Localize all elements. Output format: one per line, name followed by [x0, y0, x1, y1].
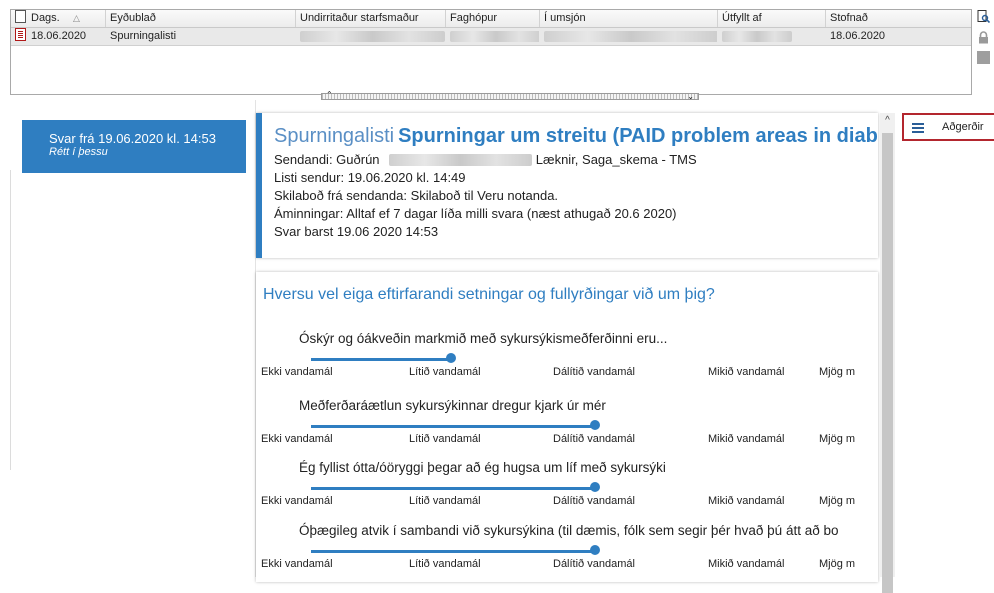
sort-triangle-icon: △ — [73, 13, 80, 23]
scale-label: Lítið vandamál — [409, 433, 481, 445]
records-grid: Dags. △ Eyðublað Undirritaður starfsmaðu… — [10, 9, 972, 95]
column-header-created[interactable]: Stofnað — [826, 10, 963, 27]
panel-splitter[interactable]: ⌃ ⌄ — [321, 90, 699, 101]
scale-label: Mjög m — [819, 558, 856, 570]
answer-subtitle: Rétt í þessu — [49, 146, 108, 158]
grid-side-toolbar — [973, 9, 994, 93]
slider-track — [311, 487, 595, 490]
row-in-charge — [540, 28, 718, 45]
sent-line: Listi sendur: 19.06.2020 kl. 14:49 — [274, 170, 466, 185]
slider-knob[interactable] — [590, 482, 600, 492]
row-form: Spurningalisti — [110, 30, 177, 42]
divider — [10, 170, 11, 470]
answer-title: Svar frá 19.06.2020 kl. 14:53 — [49, 131, 216, 146]
redacted-text — [300, 31, 445, 42]
scale-label: Mikið vandamál — [708, 495, 785, 507]
question-text: Óskýr og óákveðin markmið með sykursýkis… — [299, 331, 668, 346]
hamburger-icon — [912, 123, 924, 125]
questionnaire-title: Spurningalisti Spurningar um streitu (PAI… — [274, 123, 878, 149]
content-scrollbar[interactable]: ^ — [880, 113, 895, 593]
table-row[interactable]: 18.06.2020 Spurningalisti 18.06.2020 — [11, 28, 971, 46]
question-text: Óþægileg atvik í sambandi við sykursýkin… — [299, 523, 839, 538]
row-date: 18.06.2020 — [31, 30, 87, 42]
chevron-up-icon: ⌃ — [326, 90, 333, 99]
slider-knob[interactable] — [590, 545, 600, 555]
column-header-in-charge[interactable]: Í umsjón — [540, 10, 718, 27]
scale-label: Lítið vandamál — [409, 495, 481, 507]
column-header-filled-by[interactable]: Útfyllt af — [718, 10, 826, 27]
scale-label: Mjög m — [819, 495, 856, 507]
sender-role: Læknir, Saga_skema - TMS — [535, 152, 697, 167]
scale-labels: Ekki vandamál Lítið vandamál Dálítið van… — [256, 495, 878, 511]
scale-label: Mikið vandamál — [708, 433, 785, 445]
row-filled-by — [718, 28, 826, 45]
column-header-form[interactable]: Eyðublað — [106, 10, 296, 27]
row-signed-staff — [296, 28, 446, 45]
redacted-text — [389, 154, 533, 166]
scale-label: Mikið vandamál — [708, 558, 785, 570]
scale-label: Mjög m — [819, 433, 856, 445]
sender-line: Sendandi: Guðrún Læknir, Saga_skema - TM… — [274, 151, 878, 169]
scale-label: Mikið vandamál — [708, 366, 785, 378]
scale-label: Dálítið vandamál — [553, 366, 635, 378]
scale-label: Ekki vandamál — [261, 433, 333, 445]
chevron-down-icon: ⌄ — [687, 92, 694, 101]
question-item: Meðferðaráætlun sykursýkinnar dregur kja… — [256, 398, 878, 468]
actions-button[interactable]: Aðgerðir — [902, 113, 994, 141]
column-header-date[interactable]: Dags. △ — [11, 10, 106, 27]
message-line: Skilaboð frá sendanda: Skilaboð til Veru… — [274, 188, 559, 203]
question-item: Ég fyllist ótta/óöryggi þegar að ég hugs… — [256, 460, 878, 530]
questions-card: Hversu vel eiga eftirfarandi setningar o… — [256, 272, 878, 582]
answered-line: Svar barst 19.06 2020 14:53 — [274, 224, 439, 239]
slider-track — [311, 425, 595, 428]
redacted-text — [450, 31, 539, 42]
scale-labels: Ekki vandamál Lítið vandamál Dálítið van… — [256, 433, 878, 449]
questionnaire-type: Spurningalisti — [274, 125, 395, 147]
question-item: Óþægileg atvik í sambandi við sykursýkin… — [256, 523, 878, 582]
scale-labels: Ekki vandamál Lítið vandamál Dálítið van… — [256, 558, 878, 574]
slider-track — [311, 358, 451, 361]
row-professional-group — [446, 28, 540, 45]
scale-label: Ekki vandamál — [261, 558, 333, 570]
scale-labels: Ekki vandamál Lítið vandamál Dálítið van… — [256, 366, 878, 382]
slider-knob[interactable] — [590, 420, 600, 430]
redacted-text — [722, 31, 792, 42]
questionnaire-name: Spurningar um streitu (PAID problem area… — [398, 125, 878, 147]
scale-label: Dálítið vandamál — [553, 558, 635, 570]
scroll-thumb[interactable] — [882, 133, 893, 593]
scroll-up-arrow-icon[interactable]: ^ — [880, 113, 895, 129]
scale-label: Ekki vandamál — [261, 366, 333, 378]
sender-label: Sendandi: Guðrún — [274, 152, 380, 167]
slider-knob[interactable] — [446, 353, 456, 363]
stop-icon[interactable] — [977, 51, 990, 64]
questions-heading: Hversu vel eiga eftirfarandi setningar o… — [263, 286, 715, 303]
slider-track — [311, 550, 595, 553]
scale-label: Lítið vandamál — [409, 366, 481, 378]
redacted-text — [544, 31, 717, 42]
search-document-icon[interactable] — [977, 10, 990, 23]
questionnaire-info-card: Spurningalisti Spurningar um streitu (PAI… — [256, 113, 878, 258]
scale-label: Ekki vandamál — [261, 495, 333, 507]
scale-label: Lítið vandamál — [409, 558, 481, 570]
column-header-signed-staff[interactable]: Undirritaður starfsmaður — [296, 10, 446, 27]
column-header-professional-group[interactable]: Faghópur — [446, 10, 540, 27]
lock-icon[interactable] — [977, 31, 990, 44]
scale-label: Dálítið vandamál — [553, 433, 635, 445]
question-text: Meðferðaráætlun sykursýkinnar dregur kja… — [299, 398, 606, 413]
answer-list-item[interactable]: Svar frá 19.06.2020 kl. 14:53 Rétt í þes… — [22, 120, 246, 173]
scale-label: Dálítið vandamál — [553, 495, 635, 507]
question-text: Ég fyllist ótta/óöryggi þegar að ég hugs… — [299, 460, 666, 475]
reminder-line: Áminningar: Alltaf ef 7 dagar líða milli… — [274, 206, 677, 221]
scale-label: Mjög m — [819, 366, 856, 378]
grid-header: Dags. △ Eyðublað Undirritaður starfsmaðu… — [11, 10, 971, 28]
form-red-icon — [15, 28, 26, 41]
document-icon — [15, 10, 26, 23]
question-item: Óskýr og óákveðin markmið með sykursýkis… — [256, 331, 878, 401]
row-created: 18.06.2020 — [830, 30, 886, 42]
